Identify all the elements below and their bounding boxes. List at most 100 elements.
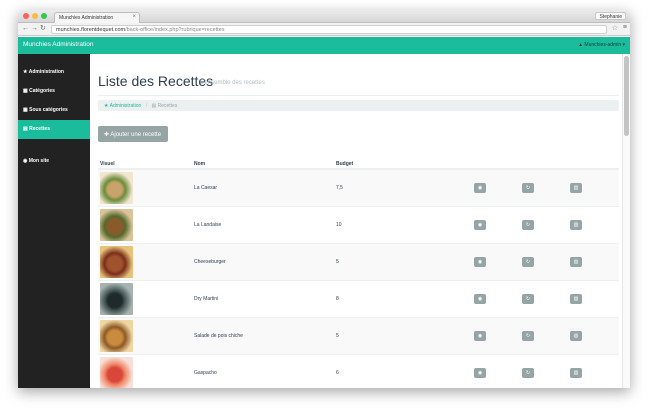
sidebar-item-administration[interactable]: ★ Administration <box>18 63 90 82</box>
profile-button[interactable]: Stephanie <box>595 12 626 20</box>
column-header-edit <box>520 159 568 170</box>
refresh-icon[interactable]: ↻ <box>522 182 534 193</box>
breadcrumb-separator: / <box>145 103 148 109</box>
eye-icon[interactable]: ◉ <box>474 330 486 341</box>
budget-cell: 10 <box>334 205 472 243</box>
zoom-window-icon[interactable] <box>41 13 47 19</box>
trash-icon[interactable]: ▥ <box>570 256 582 267</box>
column-header-nom: Nom <box>192 159 334 170</box>
browser-window: Munchies Administration × Stephanie ← → … <box>18 10 630 388</box>
book-icon: ▤ <box>151 103 157 109</box>
recipe-thumbnail[interactable] <box>100 282 133 315</box>
eye-icon[interactable]: ◉ <box>474 293 486 304</box>
visuel-cell <box>98 353 192 388</box>
eye-icon[interactable]: ◉ <box>474 182 486 193</box>
refresh-icon[interactable]: ↻ <box>522 219 534 230</box>
view-cell: ◉ <box>472 353 520 388</box>
view-cell: ◉ <box>472 279 520 317</box>
table-row: Gaspacho 6 ◉ ↻ ▥ <box>98 353 619 388</box>
add-recipe-button[interactable]: ✚ Ajouter une recette <box>98 126 168 142</box>
delete-cell: ▥ <box>568 353 619 388</box>
table-row: Salade de pois chiche 5 ◉ ↻ ▥ <box>98 316 619 354</box>
grid-icon: ▦ <box>23 88 28 94</box>
visuel-cell <box>98 279 192 317</box>
browser-tab[interactable]: Munchies Administration × <box>54 12 140 23</box>
forward-arrow-icon[interactable]: → <box>31 25 38 33</box>
address-bar: ← → ↻ munchies.florentdequet.com/back-of… <box>18 23 630 36</box>
url-host: munchies.florentdequet.com <box>56 27 126 33</box>
edit-cell: ↻ <box>520 316 568 354</box>
title-divider <box>98 95 619 96</box>
trash-icon[interactable]: ▥ <box>570 293 582 304</box>
star-icon: ★ <box>23 69 28 75</box>
eye-icon[interactable]: ◉ <box>474 256 486 267</box>
edit-cell: ↻ <box>520 279 568 317</box>
sidebar-item-recettes[interactable]: ▤ Recettes <box>18 120 90 139</box>
grid-icon: ▦ <box>23 107 28 113</box>
book-icon: ▤ <box>23 126 28 132</box>
sidebar-item-label: Recettes <box>29 126 50 132</box>
delete-cell: ▥ <box>568 279 619 317</box>
trash-icon[interactable]: ▥ <box>570 367 582 378</box>
title-bar: Munchies Administration × Stephanie <box>18 10 630 23</box>
budget-cell: 7,5 <box>334 168 472 206</box>
nom-cell: La Caesar <box>192 168 334 206</box>
recipe-thumbnail[interactable] <box>100 171 133 204</box>
page-scrollbar[interactable] <box>622 54 630 388</box>
refresh-icon[interactable]: ↻ <box>522 330 534 341</box>
tab-close-icon[interactable]: × <box>132 14 136 20</box>
breadcrumb-home-link[interactable]: Administration <box>110 103 142 109</box>
sidebar-item-label: Catégories <box>29 88 55 94</box>
refresh-icon[interactable]: ↻ <box>522 256 534 267</box>
recipe-thumbnail[interactable] <box>100 245 133 278</box>
trash-icon[interactable]: ▥ <box>570 219 582 230</box>
refresh-icon[interactable]: ↻ <box>522 293 534 304</box>
back-arrow-icon[interactable]: ← <box>22 25 29 33</box>
view-cell: ◉ <box>472 168 520 206</box>
nom-cell: Cheeseburger <box>192 242 334 280</box>
breadcrumb: ★ Administration / ▤ Recettes <box>98 100 619 111</box>
trash-icon[interactable]: ▥ <box>570 182 582 193</box>
delete-cell: ▥ <box>568 205 619 243</box>
scrollbar-thumb[interactable] <box>624 56 629 136</box>
eye-icon[interactable]: ◉ <box>474 219 486 230</box>
sidebar-item-label: Sous catégories <box>29 107 68 113</box>
sidebar: ★ Administration ▦ Catégories ▦ Sous cat… <box>18 54 90 388</box>
close-window-icon[interactable] <box>23 13 29 19</box>
recipe-thumbnail[interactable] <box>100 319 133 352</box>
user-menu-dropdown[interactable]: ▲ Munchies-admin ▾ <box>578 42 625 48</box>
table-row: La Caesar 7,5 ◉ ↻ ▥ <box>98 168 619 206</box>
brand-link[interactable]: Munchies Administration <box>23 41 93 48</box>
browser-menu-icon[interactable]: ≡ <box>623 24 627 31</box>
recipes-table: Visuel Nom Budget La Caesar 7,5 ◉ ↻ ▥ La Land… <box>98 159 619 388</box>
view-cell: ◉ <box>472 205 520 243</box>
top-navbar: Munchies Administration ▲ Munchies-admin… <box>18 37 630 54</box>
recipe-thumbnail[interactable] <box>100 356 133 388</box>
table-row: Dry Martini 8 ◉ ↻ ▥ <box>98 279 619 317</box>
recipe-thumbnail[interactable] <box>100 208 133 241</box>
trash-icon[interactable]: ▥ <box>570 330 582 341</box>
refresh-icon[interactable]: ↻ <box>522 367 534 378</box>
column-header-view <box>472 159 520 170</box>
minimize-window-icon[interactable] <box>32 13 38 19</box>
delete-cell: ▥ <box>568 168 619 206</box>
url-field[interactable]: munchies.florentdequet.com/back-office/i… <box>51 25 607 34</box>
reload-icon[interactable]: ↻ <box>40 25 46 33</box>
column-header-visuel: Visuel <box>98 159 192 170</box>
visuel-cell <box>98 242 192 280</box>
sidebar-item-categories[interactable]: ▦ Catégories <box>18 82 90 101</box>
nom-cell: La Landaise <box>192 205 334 243</box>
bookmark-star-icon[interactable]: ☆ <box>612 24 618 32</box>
page-subtitle: L'ensemble des recettes <box>200 80 265 86</box>
visuel-cell <box>98 316 192 354</box>
nom-cell: Dry Martini <box>192 279 334 317</box>
sidebar-item-sous-categories[interactable]: ▦ Sous catégories <box>18 101 90 120</box>
sidebar-item-mon-site[interactable]: ◉ Mon site <box>18 152 90 171</box>
edit-cell: ↻ <box>520 353 568 388</box>
view-cell: ◉ <box>472 242 520 280</box>
edit-cell: ↻ <box>520 242 568 280</box>
url-path: /back-office/index.php?rubrique=recettes <box>125 27 225 33</box>
eye-icon[interactable]: ◉ <box>474 367 486 378</box>
breadcrumb-current: Recettes <box>157 103 178 109</box>
column-header-budget: Budget <box>334 159 472 170</box>
